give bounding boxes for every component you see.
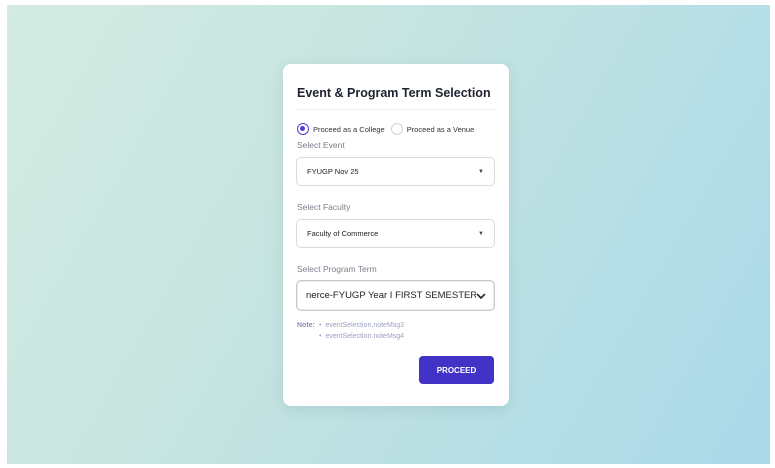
radio-label-college: Proceed as a College <box>313 124 385 134</box>
event-select[interactable]: FYUGP Nov 25 ▼ <box>296 157 495 186</box>
faculty-select-value: Faculty of Commerce <box>307 229 379 238</box>
radio-proceed-venue[interactable]: Proceed as a Venue <box>390 123 475 135</box>
program-term-select[interactable]: nerce-FYUGP Year I FIRST SEMESTER <box>296 280 495 311</box>
bullet-icon: • <box>319 322 322 329</box>
event-select-value: FYUGP Nov 25 <box>307 167 359 176</box>
select-faculty-label: Select Faculty <box>297 202 351 212</box>
note-item: eventSelection.noteMsg4 <box>325 333 405 340</box>
select-term-label: Select Program Term <box>297 264 377 274</box>
radio-label-venue: Proceed as a Venue <box>406 124 475 134</box>
caret-down-icon: ▼ <box>478 230 484 237</box>
chevron-down-icon <box>476 292 486 299</box>
note-heading: Note: <box>297 322 315 329</box>
radio-unchecked-icon <box>390 123 403 135</box>
note-section: Note: • eventSelection.noteMsg3 • eventS… <box>297 320 404 342</box>
proceed-mode-group: Proceed as a College Proceed as a Venue <box>297 123 474 135</box>
select-event-label: Select Event <box>297 140 345 150</box>
program-term-value: nerce-FYUGP Year I FIRST SEMESTER <box>306 290 477 301</box>
bullet-icon: • <box>319 333 322 340</box>
title-divider <box>297 109 495 110</box>
radio-checked-icon <box>297 123 309 135</box>
caret-down-icon: ▼ <box>478 168 484 175</box>
event-selection-card: Event & Program Term Selection Proceed a… <box>283 64 509 406</box>
card-title: Event & Program Term Selection <box>297 86 491 100</box>
note-item: eventSelection.noteMsg3 <box>325 322 405 329</box>
proceed-button[interactable]: PROCEED <box>419 356 494 384</box>
faculty-select[interactable]: Faculty of Commerce ▼ <box>296 219 495 248</box>
radio-proceed-college[interactable]: Proceed as a College <box>297 123 385 135</box>
